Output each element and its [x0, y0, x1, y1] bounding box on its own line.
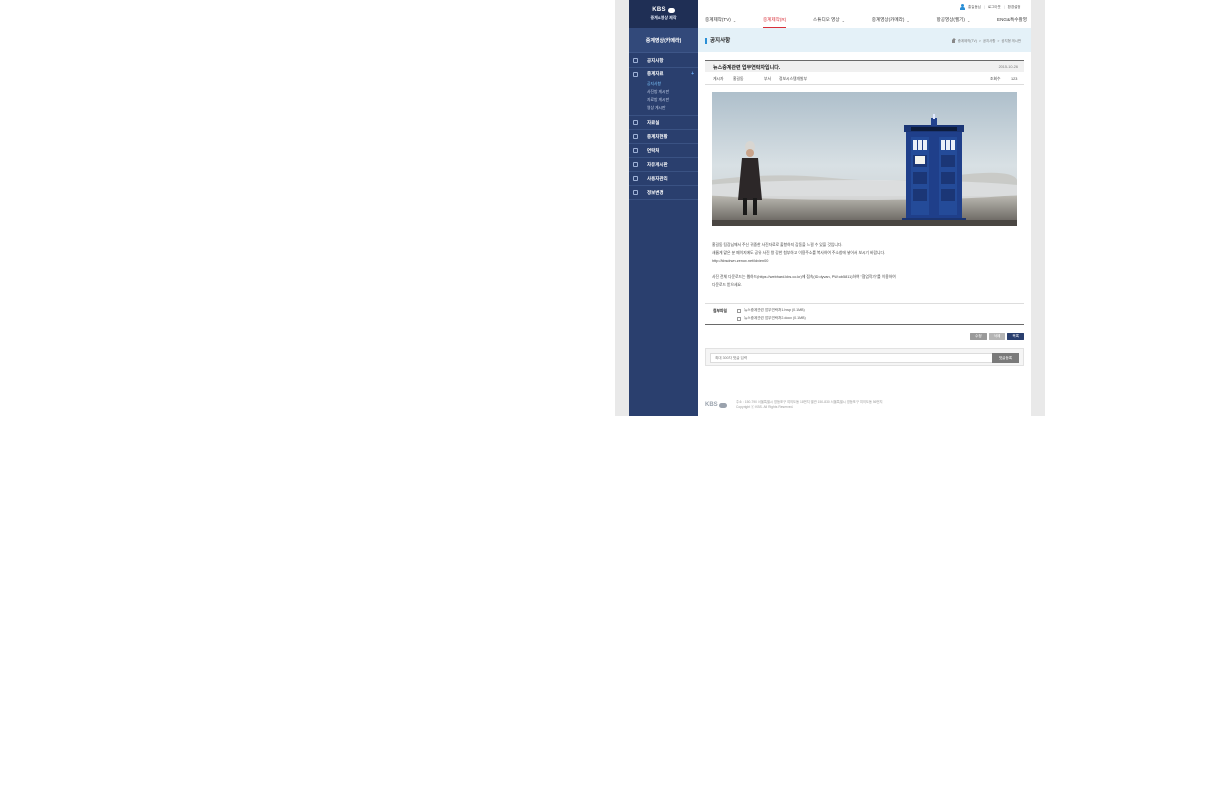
chevron-down-icon: ⌄	[966, 17, 971, 23]
kbs-logo-text: KBS	[652, 7, 666, 13]
chevron-down-icon: ⌄	[732, 17, 737, 23]
file-icon	[737, 308, 741, 313]
nav-item-relay-camera[interactable]: 중계영상(카메라) ⌄	[872, 12, 910, 28]
sidebar-item-notice[interactable]: 공지사항	[629, 54, 698, 68]
post-image	[712, 92, 1017, 226]
page-title: 공지사항	[710, 38, 731, 44]
menu-item-icon	[633, 162, 638, 167]
nav-item-relay-tv[interactable]: 중계제작(TV) ⌄	[705, 12, 736, 28]
chevron-down-icon: ⌄	[906, 17, 910, 23]
page-title-bar: 공지사항 중계제작(TV) > 공지사항 > 공지형 게시판	[698, 28, 1031, 52]
home-icon[interactable]	[951, 38, 956, 43]
user-name-link[interactable]: 홍길동님	[968, 5, 981, 10]
post-actions: 수정 삭제 목록	[970, 333, 1024, 340]
attachments-label: 첨부파일	[713, 309, 727, 313]
kbs-logo-mark-icon	[667, 7, 675, 13]
post-body-line: 새롭게 맡은 분 페이지에도 공유 사진 왕 강한 첨부하고 이용주소를 복사하…	[712, 251, 886, 255]
kbs-logo-mark-icon	[718, 402, 727, 408]
post-header: 뉴스중계관련 업무연락자입니다. 2015-10-26	[705, 60, 1024, 72]
title-accent-bar	[705, 38, 707, 44]
comment-submit-button[interactable]: 댓글등록	[992, 353, 1019, 363]
dept-label: 부서	[764, 77, 771, 81]
sidebar-item-label: 중계차현황	[647, 133, 668, 139]
post-date: 2015-10-26	[998, 64, 1018, 69]
user-icon	[960, 4, 965, 10]
post-meta: 게시자 홍길동 부서 정보시스템개발부 조회수 123	[705, 73, 1024, 85]
sidebar-item-label: 정보변경	[647, 189, 664, 195]
sidebar-item-label: 연락처	[647, 147, 660, 153]
submenu-item-video-board[interactable]: 영상 게시판	[647, 104, 698, 112]
post-body: 홍길동 팀장님께서 주신 귀중한 사진자료로 출항하지 감동을 느낄 수 있을 …	[712, 241, 1012, 289]
post-body-line: 다운로드 받으세요.	[712, 283, 743, 287]
settings-link[interactable]: 환경설정	[1008, 5, 1021, 10]
list-button[interactable]: 목록	[1007, 333, 1024, 340]
sidebar-menu: 공지사항 중계자료 + 공지사항 사진방 게시판 자료방 게시판 영상 게시판 자…	[629, 53, 698, 200]
nav-item-eng-special[interactable]: ENG&특수촬영	[997, 12, 1027, 28]
system-name: 중계&영상 제작	[650, 15, 677, 20]
breadcrumb-item: 공지형 게시판	[1001, 39, 1021, 43]
dept-value: 정보시스템개발부	[779, 77, 807, 81]
comment-form: 최대 300자 댓글 입력 댓글등록	[705, 348, 1024, 366]
attachment-item[interactable]: 뉴스중계관련 업무연락처1.hwp (0.1MB)	[737, 308, 805, 313]
post-title: 뉴스중계관련 업무연락자입니다.	[713, 65, 781, 71]
sidebar-item-user-management[interactable]: 사용자관리	[629, 172, 698, 186]
menu-item-icon	[633, 134, 638, 139]
nav-item-studio-video[interactable]: 스튜디오 영상 ⌄	[813, 12, 845, 28]
footer-copyright: Copyright ⓒ KBS. All Rights Reserved.	[736, 405, 794, 409]
sidebar-item-label: 중계자료	[647, 71, 664, 76]
breadcrumb: 중계제작(TV) > 공지사항 > 공지형 게시판	[951, 38, 1021, 43]
sidebar-item-relay-data[interactable]: 중계자료 +	[629, 68, 698, 80]
nav-item-relay-radio[interactable]: 중계제작(R)	[762, 12, 787, 28]
sidebar-item-ob-van-status[interactable]: 중계차현황	[629, 130, 698, 144]
menu-item-icon	[633, 148, 638, 153]
attachments: 첨부파일 뉴스중계관련 업무연락처1.hwp (0.1MB) 뉴스중계관련 업무…	[705, 303, 1024, 325]
post-body-link[interactable]: http://kbsdrwn.zenox.net/idvien00	[712, 257, 1012, 265]
sidebar-item-label: 자료실	[647, 119, 660, 125]
views-value: 123	[1011, 77, 1018, 81]
sidebar-item-label: 사용자관리	[647, 175, 668, 181]
post-photo-illustration	[712, 92, 1017, 226]
sidebar-heading: 중계영상(카메라)	[629, 28, 698, 53]
menu-item-icon	[633, 58, 638, 63]
sidebar-item-edit-info[interactable]: 정보변경	[629, 186, 698, 200]
post-body-line: 사진 전체 다운로드는 웹하드(https://webhard.kbs.co.k…	[712, 275, 896, 279]
file-icon	[737, 316, 741, 321]
sidebar-item-contacts[interactable]: 연락처	[629, 144, 698, 158]
nav-item-aerial-video[interactable]: 항공영상(헬기) ⌄	[937, 12, 971, 28]
menu-item-icon	[633, 120, 638, 125]
submenu-item-photo-board[interactable]: 사진방 게시판	[647, 88, 698, 96]
menu-item-icon	[633, 190, 638, 195]
expand-plus-icon: +	[691, 71, 694, 77]
author-label: 게시자	[713, 77, 724, 81]
breadcrumb-item[interactable]: 공지사항	[983, 38, 995, 43]
sidebar-logo[interactable]: KBS 중계&영상 제작	[629, 0, 698, 28]
post-body-line: 홍길동 팀장님께서 주신 귀중한 사진자료로 출항하지 감동을 느낄 수 있을 …	[712, 243, 843, 247]
logout-link[interactable]: 로그아웃	[988, 5, 1001, 10]
sidebar-item-label: 자유게시판	[647, 161, 668, 167]
submenu-item-data-board[interactable]: 자료방 게시판	[647, 96, 698, 104]
footer-logo: KBS	[705, 402, 727, 408]
menu-item-icon	[633, 176, 638, 181]
submenu-item-notice[interactable]: 공지사항	[647, 80, 698, 88]
comment-input[interactable]: 최대 300자 댓글 입력	[710, 353, 993, 363]
page: KBS 중계&영상 제작 중계영상(카메라) 공지사항 중계자료 + 공지사항 사…	[629, 0, 1031, 416]
footer: KBS 주소 : 150-790 서울특별시 영등포구 여의도동 18번지 별관…	[705, 398, 1024, 412]
author-value: 홍길동	[733, 77, 744, 81]
sidebar: KBS 중계&영상 제작 중계영상(카메라) 공지사항 중계자료 + 공지사항 사…	[629, 0, 698, 416]
submenu: 공지사항 사진방 게시판 자료방 게시판 영상 게시판	[629, 80, 698, 116]
sidebar-item-free-board[interactable]: 자유게시판	[629, 158, 698, 172]
sidebar-item-archive[interactable]: 자료실	[629, 116, 698, 130]
attachment-item[interactable]: 뉴스중계관련 업무연락처2.docx (0.1MB)	[737, 316, 806, 321]
menu-item-icon	[633, 71, 638, 77]
views-label: 조회수	[990, 77, 1001, 81]
delete-button[interactable]: 삭제	[988, 333, 1006, 340]
breadcrumb-item[interactable]: 중계제작(TV)	[958, 38, 977, 43]
submenu-container: 공지사항 사진방 게시판 자료방 게시판 영상 게시판	[629, 80, 698, 116]
utility-links: 홍길동님 | 로그아웃 | 환경설정	[960, 3, 1021, 11]
edit-button[interactable]: 수정	[970, 333, 987, 340]
chevron-down-icon: ⌄	[841, 17, 845, 23]
global-nav: 중계제작(TV) ⌄ 중계제작(R) 스튜디오 영상 ⌄ 중계영상(카메라) ⌄ 항공…	[705, 12, 1027, 28]
sidebar-item-label: 공지사항	[647, 57, 664, 63]
